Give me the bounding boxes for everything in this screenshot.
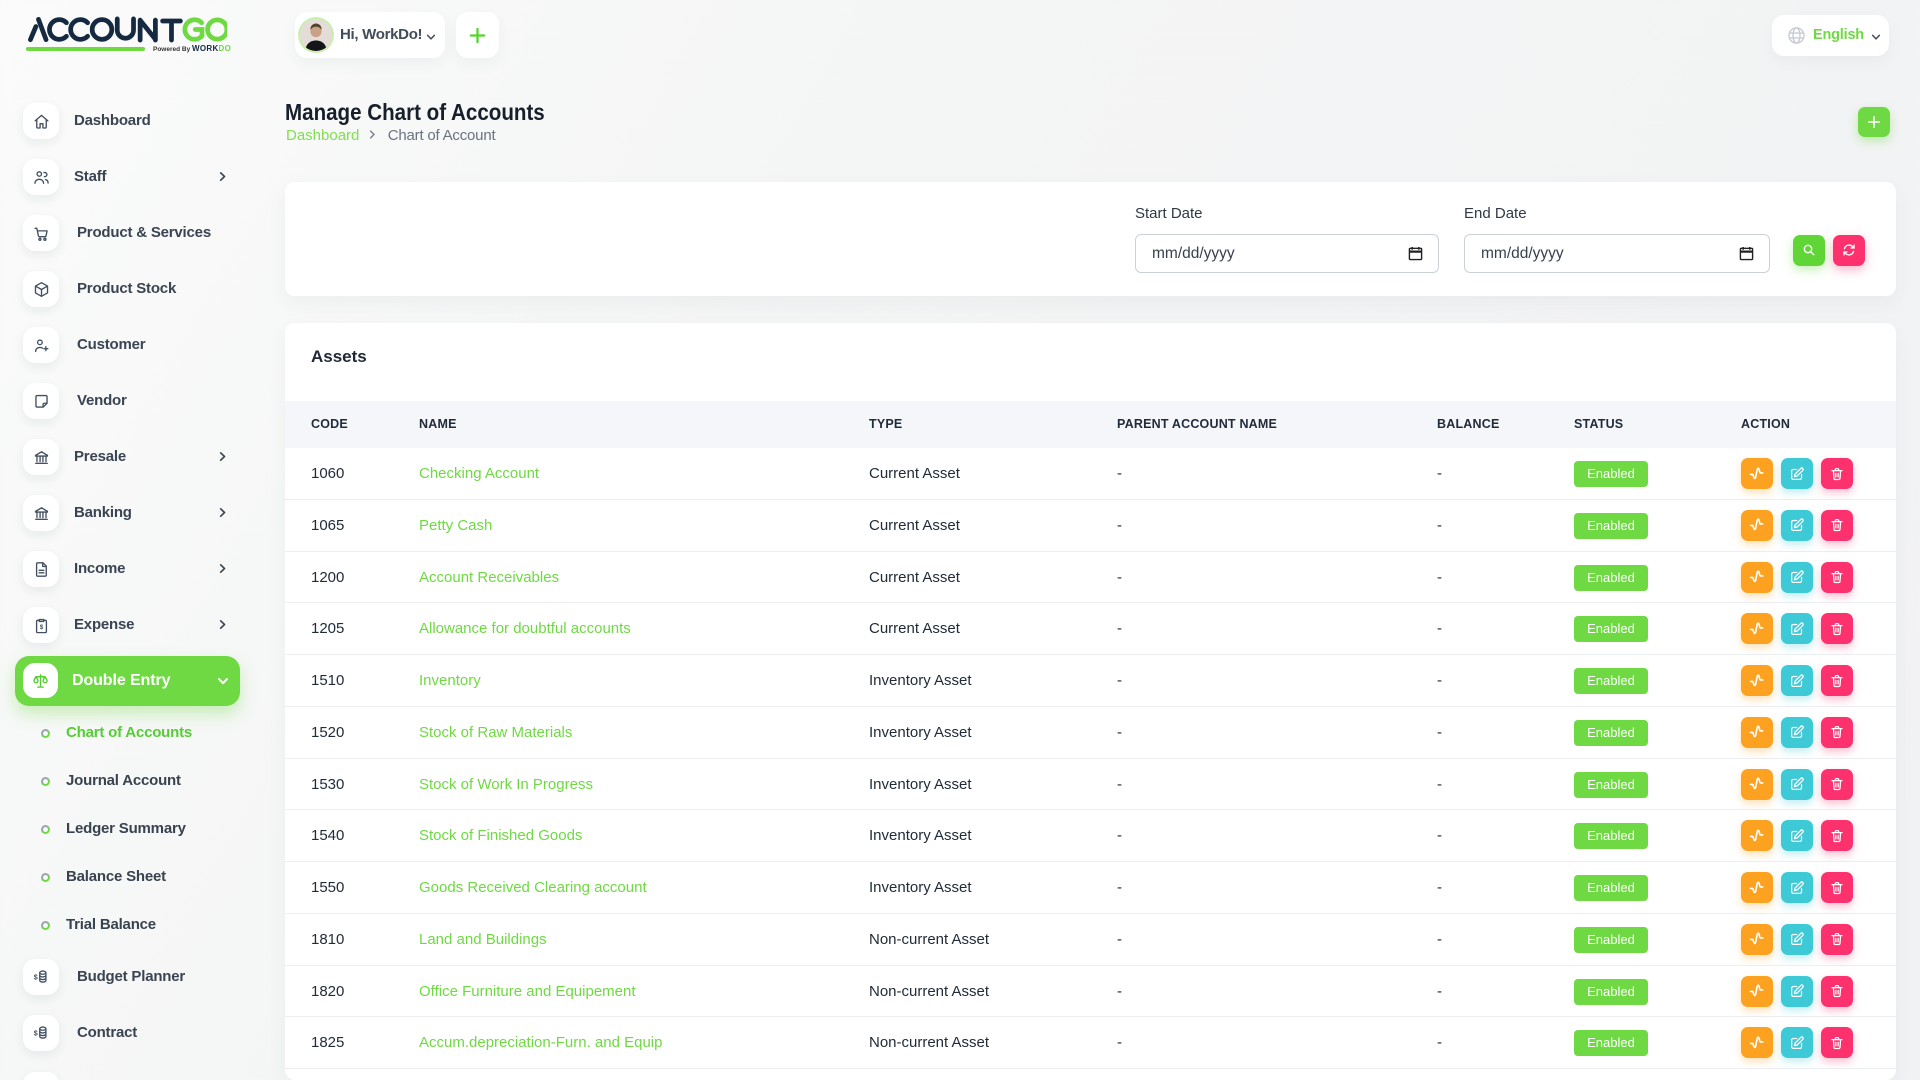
svg-text:$: $ <box>34 1029 38 1037</box>
svg-text:$: $ <box>34 973 38 981</box>
svg-text:$: $ <box>39 624 43 631</box>
